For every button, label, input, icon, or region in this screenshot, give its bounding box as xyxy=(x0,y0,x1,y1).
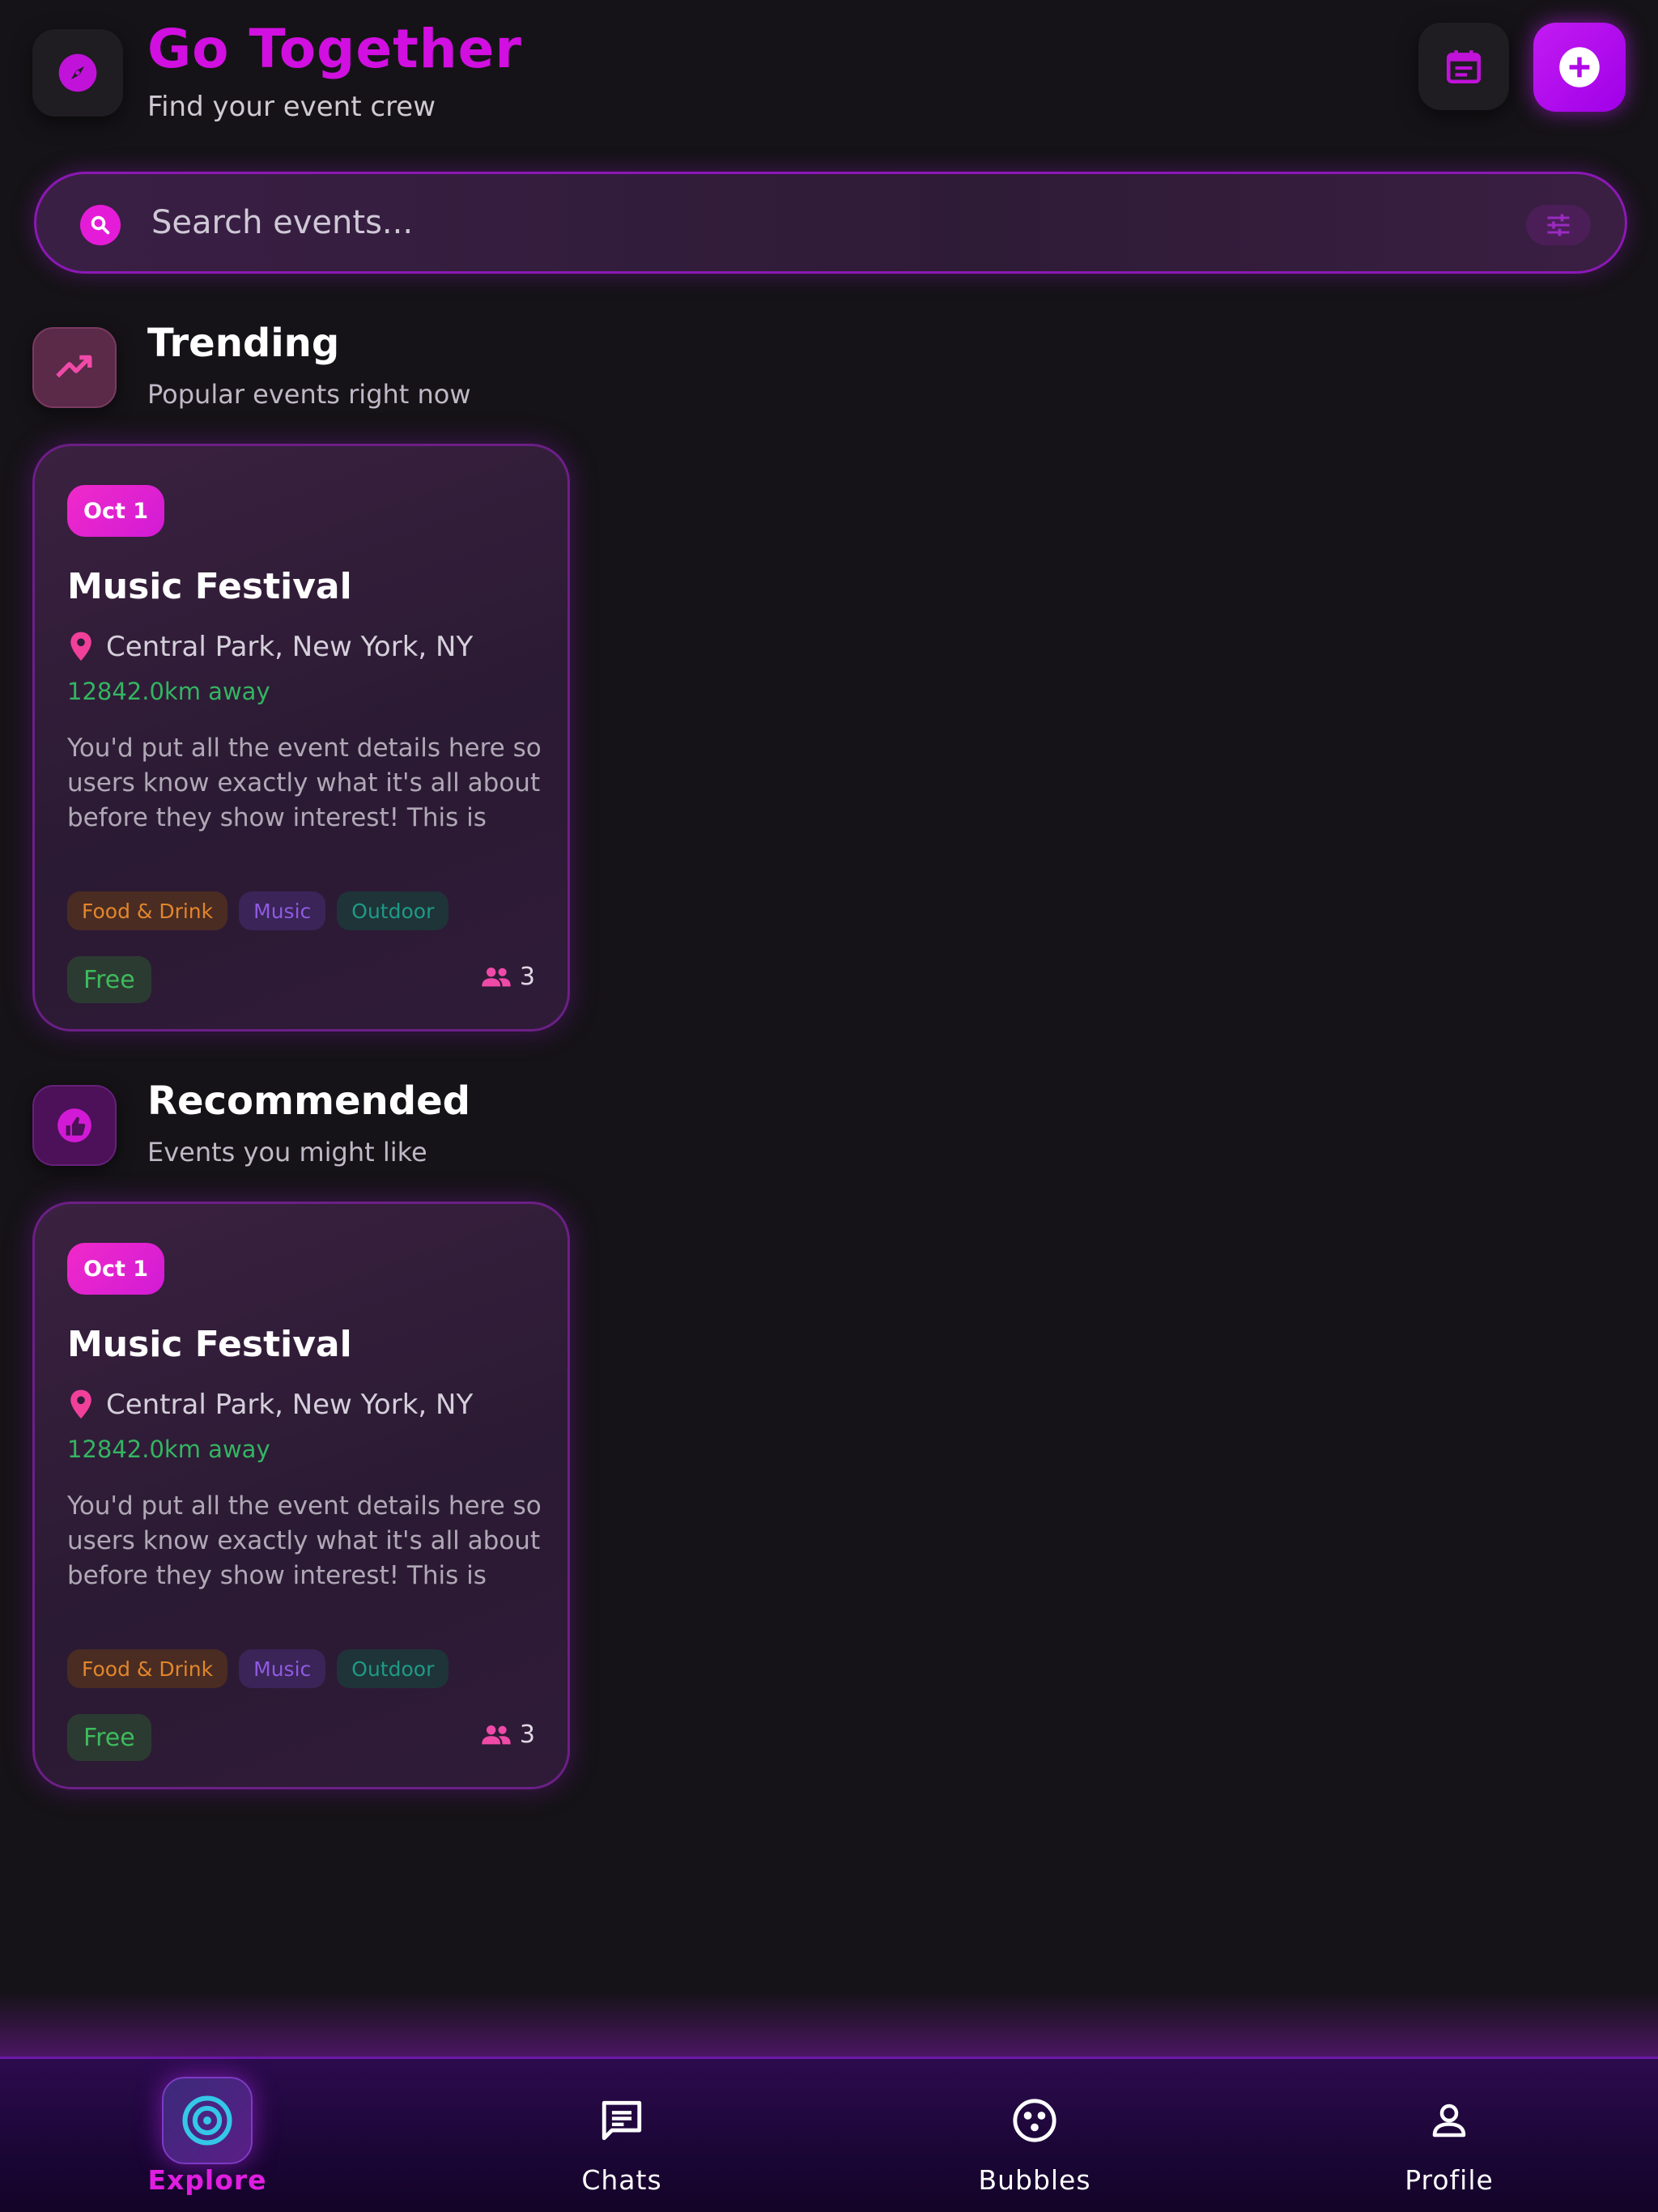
app-title: Go Together xyxy=(147,18,522,80)
nav-profile-label: Profile xyxy=(1405,2164,1494,2196)
location-pin-icon xyxy=(70,1389,91,1419)
filter-button[interactable] xyxy=(1526,205,1591,245)
recommended-icon xyxy=(32,1085,117,1166)
nav-chats-label: Chats xyxy=(581,2164,662,2196)
tag-list: Food & Drink Music Outdoor xyxy=(67,1649,449,1688)
compass-button[interactable] xyxy=(32,29,123,117)
search-icon xyxy=(80,205,121,245)
person-icon xyxy=(1404,2077,1494,2164)
attendee-number: 3 xyxy=(519,1721,535,1749)
nav-glow xyxy=(0,1992,1658,2057)
location-pin-icon xyxy=(70,632,91,661)
attendee-number: 3 xyxy=(519,963,535,991)
calendar-icon xyxy=(1446,50,1482,84)
attendee-count: 3 xyxy=(481,1721,535,1749)
tag-list: Food & Drink Music Outdoor xyxy=(67,891,449,930)
bubbles-icon xyxy=(989,2077,1080,2164)
recommended-title: Recommended xyxy=(147,1078,470,1124)
target-icon xyxy=(162,2077,253,2164)
tag-music[interactable]: Music xyxy=(239,1649,326,1688)
people-icon xyxy=(482,967,511,986)
nav-explore[interactable]: Explore xyxy=(86,2059,329,2212)
event-location: Central Park, New York, NY xyxy=(106,1389,474,1421)
date-badge: Oct 1 xyxy=(67,1243,165,1295)
price-badge: Free xyxy=(67,1714,151,1761)
search-bar xyxy=(34,172,1627,274)
trending-subtitle: Popular events right now xyxy=(147,379,471,410)
date-badge: Oct 1 xyxy=(67,485,165,537)
event-card[interactable]: Oct 1 Music Festival Central Park, New Y… xyxy=(32,444,570,1032)
bottom-nav: Explore Chats Bubbles Profile xyxy=(0,2057,1658,2212)
tag-food-drink[interactable]: Food & Drink xyxy=(67,891,228,930)
tag-outdoor[interactable]: Outdoor xyxy=(337,1649,449,1688)
compass-icon xyxy=(58,53,97,92)
nav-bubbles[interactable]: Bubbles xyxy=(913,2059,1156,2212)
chat-icon xyxy=(576,2077,667,2164)
header: Go Together Find your event crew xyxy=(32,18,1626,123)
event-description: You'd put all the event details here so … xyxy=(67,1491,542,1590)
event-location: Central Park, New York, NY xyxy=(106,631,474,663)
trending-title: Trending xyxy=(147,321,340,366)
people-icon xyxy=(482,1725,511,1744)
nav-chats[interactable]: Chats xyxy=(500,2059,743,2212)
location-row: Central Park, New York, NY xyxy=(67,1389,473,1421)
event-description: You'd put all the event details here so … xyxy=(67,734,542,832)
recommended-subtitle: Events you might like xyxy=(147,1137,427,1168)
nav-explore-label: Explore xyxy=(147,2164,267,2196)
search-input[interactable] xyxy=(151,194,1463,252)
nav-profile[interactable]: Profile xyxy=(1328,2059,1571,2212)
sliders-icon xyxy=(1547,214,1570,236)
event-title: Music Festival xyxy=(67,566,352,607)
app-subtitle: Find your event crew xyxy=(147,91,436,123)
trending-icon xyxy=(32,327,117,408)
plus-circle-icon xyxy=(1559,47,1600,87)
event-distance: 12842.0km away xyxy=(67,1436,270,1463)
event-distance: 12842.0km away xyxy=(67,678,270,705)
event-title: Music Festival xyxy=(67,1324,352,1365)
event-card[interactable]: Oct 1 Music Festival Central Park, New Y… xyxy=(32,1202,570,1789)
tag-food-drink[interactable]: Food & Drink xyxy=(67,1649,228,1688)
nav-bubbles-label: Bubbles xyxy=(978,2164,1091,2196)
app-root: Go Together Find your event crew Search … xyxy=(0,0,1658,2212)
price-badge: Free xyxy=(67,956,151,1003)
attendee-count: 3 xyxy=(481,963,535,991)
tag-music[interactable]: Music xyxy=(239,891,326,930)
tag-outdoor[interactable]: Outdoor xyxy=(337,891,449,930)
add-event-button[interactable] xyxy=(1533,23,1626,112)
calendar-button[interactable] xyxy=(1418,23,1509,110)
location-row: Central Park, New York, NY xyxy=(67,631,473,663)
